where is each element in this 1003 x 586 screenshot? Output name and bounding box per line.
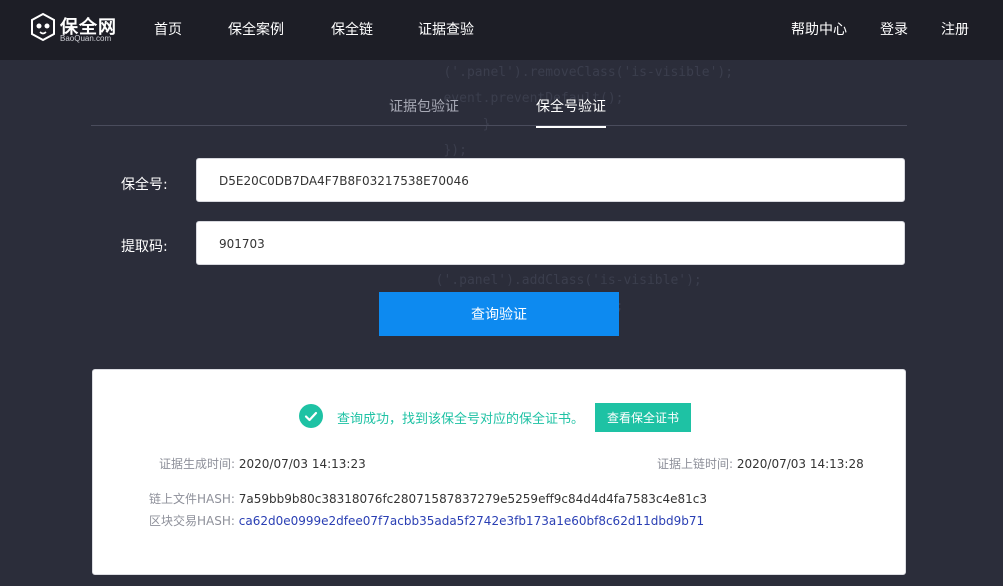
view-certificate-button[interactable]: 查看保全证书 [595,403,691,432]
nav-cases[interactable]: 保全案例 [228,0,284,60]
success-message: 查询成功，找到该保全号对应的保全证书。 [337,412,585,427]
chain-time-value: 2020/07/03 14:13:28 [736,457,864,471]
query-verify-button[interactable]: 查询验证 [379,292,619,336]
top-navigation-bar: 保全网 BaoQuan.com 首页 保全案例 保全链 证据查验 帮助中心 登录… [0,0,1003,60]
nav-login[interactable]: 登录 [880,0,908,60]
nav-chain[interactable]: 保全链 [331,0,373,60]
generation-time-label: 证据生成时间: [159,457,236,471]
baoquan-number-label: 保全号: [121,177,168,193]
verify-result-panel: 查询成功，找到该保全号对应的保全证书。 查看保全证书 证据生成时间: 2020/… [92,369,906,575]
nav-help-center[interactable]: 帮助中心 [791,0,847,60]
nav-register[interactable]: 注册 [941,0,969,60]
site-logo[interactable]: 保全网 BaoQuan.com [30,12,122,46]
chain-time-label: 证据上链时间: [657,457,734,471]
verify-tabs: 证据包验证 保全号验证 [91,84,907,128]
file-hash-value: 7a59bb9b80c38318076fc28071587837279e5259… [238,492,707,506]
chain-time-row: 证据上链时间: 2020/07/03 14:13:28 [657,455,864,472]
generation-time-value: 2020/07/03 14:13:23 [238,457,366,471]
panda-logo-icon [31,12,55,42]
nav-home[interactable]: 首页 [154,0,182,60]
check-circle-icon [299,404,323,428]
file-hash-row: 链上文件HASH: 7a59bb9b80c38318076fc280715878… [149,490,707,507]
extract-code-label: 提取码: [121,239,168,255]
extract-code-input[interactable]: 901703 [196,221,905,265]
file-hash-label: 链上文件HASH: [149,492,235,506]
tx-hash-link[interactable]: ca62d0e0999e2dfee07f7acbb35ada5f2742e3fb… [239,514,704,528]
tx-hash-row: 区块交易HASH: ca62d0e0999e2dfee07f7acbb35ada… [149,512,704,529]
logo-domain: BaoQuan.com [60,34,112,43]
tab-baoquan-number[interactable]: 保全号验证 [536,96,606,128]
baoquan-number-input[interactable]: D5E20C0DB7DA4F7B8F03217538E70046 [196,158,905,202]
generation-time-row: 证据生成时间: 2020/07/03 14:13:23 [159,455,366,472]
tx-hash-label: 区块交易HASH: [149,514,235,528]
nav-evidence-check[interactable]: 证据查验 [418,0,474,60]
tab-evidence-package[interactable]: 证据包验证 [389,96,459,116]
